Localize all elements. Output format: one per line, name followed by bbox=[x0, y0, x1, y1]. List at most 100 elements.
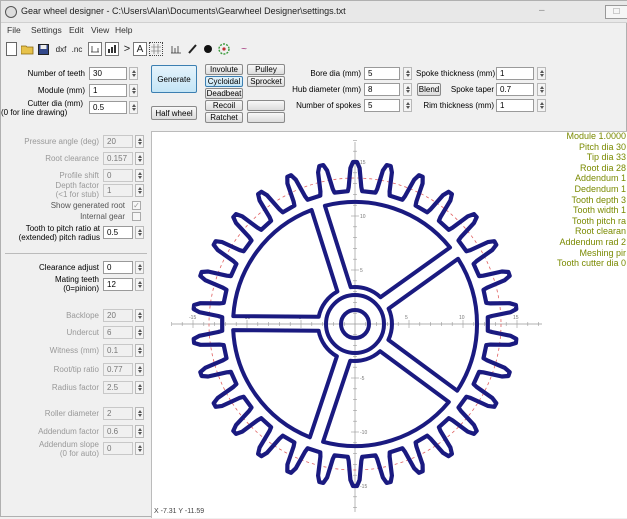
show-root-checkbox[interactable]: ✓ bbox=[132, 201, 141, 210]
spoke-taper-spinner[interactable] bbox=[537, 83, 546, 96]
depth-factor-input[interactable]: 1 bbox=[103, 184, 133, 197]
menu-settings[interactable]: Settings bbox=[31, 25, 62, 35]
menu-file[interactable]: File bbox=[7, 25, 21, 35]
ratchet-button[interactable]: Ratchet bbox=[205, 112, 243, 123]
roller-diameter-spinner[interactable] bbox=[135, 407, 144, 420]
backlope-input[interactable]: 20 bbox=[103, 309, 133, 322]
mating-teeth-input[interactable]: 12 bbox=[103, 278, 133, 291]
pencil-icon[interactable] bbox=[186, 42, 200, 56]
root-tip-input[interactable]: 0.77 bbox=[103, 363, 133, 376]
tooth-ratio-input[interactable]: 0.5 bbox=[103, 226, 133, 239]
spokes-input[interactable]: 5 bbox=[364, 99, 400, 112]
pressure-angle-spinner[interactable] bbox=[135, 135, 144, 148]
tooth-ratio-spinner[interactable] bbox=[135, 226, 144, 239]
witness-input[interactable]: 0.1 bbox=[103, 344, 133, 357]
addendum-factor-spinner[interactable] bbox=[135, 425, 144, 438]
internal-gear-checkbox[interactable] bbox=[132, 212, 141, 221]
pulley-button[interactable]: Pulley bbox=[247, 64, 285, 75]
mating-teeth-spinner[interactable] bbox=[135, 278, 144, 291]
clearance-adjust-spinner[interactable] bbox=[135, 261, 144, 274]
module-input[interactable]: 1 bbox=[89, 84, 127, 97]
root-clearance-input[interactable]: 0.157 bbox=[103, 152, 133, 165]
addendum-slope-spinner[interactable] bbox=[135, 442, 144, 455]
rim-thickness-input[interactable]: 1 bbox=[496, 99, 534, 112]
gear-color-icon[interactable] bbox=[217, 42, 231, 56]
graph-icon[interactable] bbox=[105, 42, 119, 56]
info-line: Addendum rad 2 bbox=[559, 236, 626, 247]
pressure-angle-input[interactable]: 20 bbox=[103, 135, 133, 148]
cutter-sublabel: (0 for line drawing) bbox=[1, 108, 68, 117]
info-line: Pitch dia 30 bbox=[578, 141, 626, 152]
cutter-label: Cutter dia (mm) bbox=[27, 99, 83, 108]
measure-icon[interactable] bbox=[88, 42, 102, 56]
radius-factor-spinner[interactable] bbox=[135, 381, 144, 394]
bore-spinner[interactable] bbox=[403, 67, 412, 80]
root-tip-spinner[interactable] bbox=[135, 363, 144, 376]
backlope-spinner[interactable] bbox=[135, 309, 144, 322]
spoke-thickness-input[interactable]: 1 bbox=[496, 67, 534, 80]
ruler-icon[interactable] bbox=[169, 42, 183, 56]
bore-input[interactable]: 5 bbox=[364, 67, 400, 80]
addendum-slope-input[interactable]: 0 bbox=[103, 442, 133, 455]
export-nc-button[interactable]: .nc bbox=[70, 42, 84, 56]
y-tick-label: -5 bbox=[360, 376, 365, 382]
spoke-taper-input[interactable]: 0.7 bbox=[496, 83, 534, 96]
x-tick-label: 10 bbox=[459, 315, 465, 321]
involute-tool-button[interactable]: A bbox=[133, 42, 147, 56]
hub-spinner[interactable] bbox=[403, 83, 412, 96]
generate-button[interactable]: Generate bbox=[151, 65, 197, 93]
info-line: Tooth width 1 bbox=[572, 205, 626, 216]
witness-spinner[interactable] bbox=[135, 344, 144, 357]
profile-shift-spinner[interactable] bbox=[135, 169, 144, 182]
blank-button-1[interactable] bbox=[247, 100, 285, 111]
grid-icon[interactable] bbox=[149, 42, 163, 56]
blank-button-2[interactable] bbox=[247, 112, 285, 123]
open-folder-icon[interactable] bbox=[21, 42, 34, 56]
undercut-spinner[interactable] bbox=[135, 326, 144, 339]
clearance-adjust-input[interactable]: 0 bbox=[103, 261, 133, 274]
menu-help[interactable]: Help bbox=[115, 25, 132, 35]
rim-thickness-spinner[interactable] bbox=[537, 99, 546, 112]
sprocket-button[interactable]: Sprocket bbox=[247, 76, 285, 87]
cutter-input[interactable]: 0.5 bbox=[89, 101, 127, 114]
spoke-cutout bbox=[321, 349, 451, 449]
half-wheel-button[interactable]: Half wheel bbox=[151, 106, 197, 120]
spokes-spinner[interactable] bbox=[403, 99, 412, 112]
spoke-cutout bbox=[231, 328, 339, 440]
roller-diameter-input[interactable]: 2 bbox=[103, 407, 133, 420]
save-icon[interactable] bbox=[37, 42, 49, 56]
fill-circle-icon[interactable] bbox=[202, 42, 214, 56]
teeth-input[interactable]: 30 bbox=[89, 67, 127, 80]
blend-button[interactable]: Blend bbox=[417, 83, 441, 96]
deadbeat-button[interactable]: Deadbeat bbox=[205, 88, 243, 99]
radius-factor-label: Radius factor bbox=[51, 383, 99, 392]
root-clearance-spinner[interactable] bbox=[135, 152, 144, 165]
spoke-taper-label: Spoke taper bbox=[450, 85, 494, 94]
maximize-button[interactable]: □ bbox=[605, 5, 627, 19]
undercut-input[interactable]: 6 bbox=[103, 326, 133, 339]
menu-edit[interactable]: Edit bbox=[69, 25, 84, 35]
radius-factor-input[interactable]: 2.5 bbox=[103, 381, 133, 394]
curve-icon[interactable]: ~ bbox=[237, 42, 251, 56]
new-file-icon[interactable] bbox=[6, 42, 17, 56]
tooth-ratio-label: Tooth to pitch ratio at bbox=[25, 224, 100, 233]
export-dxf-button[interactable]: dxf bbox=[54, 42, 68, 56]
cycloidal-button[interactable]: Cycloidal bbox=[205, 76, 243, 87]
gear-info-panel: Module 1.0000 Pitch dia 30 Tip dia 33 Ro… bbox=[506, 131, 626, 269]
profile-shift-input[interactable]: 0 bbox=[103, 169, 133, 182]
addendum-factor-input[interactable]: 0.6 bbox=[103, 425, 133, 438]
backlope-label: Backlope bbox=[66, 311, 99, 320]
window-title: Gear wheel designer - C:\Users\Alan\Docu… bbox=[21, 6, 346, 16]
depth-factor-spinner[interactable] bbox=[135, 184, 144, 197]
cutter-spinner[interactable] bbox=[129, 101, 138, 114]
arrow-right-icon[interactable]: > bbox=[122, 42, 132, 56]
teeth-spinner[interactable] bbox=[129, 67, 138, 80]
hub-input[interactable]: 8 bbox=[364, 83, 400, 96]
minimize-button[interactable]: – bbox=[539, 5, 545, 19]
hub-label: Hub diameter (mm) bbox=[292, 85, 361, 94]
spoke-thickness-spinner[interactable] bbox=[537, 67, 546, 80]
menu-view[interactable]: View bbox=[91, 25, 109, 35]
involute-button[interactable]: Involute bbox=[205, 64, 243, 75]
module-spinner[interactable] bbox=[129, 84, 138, 97]
recoil-button[interactable]: Recoil bbox=[205, 100, 243, 111]
